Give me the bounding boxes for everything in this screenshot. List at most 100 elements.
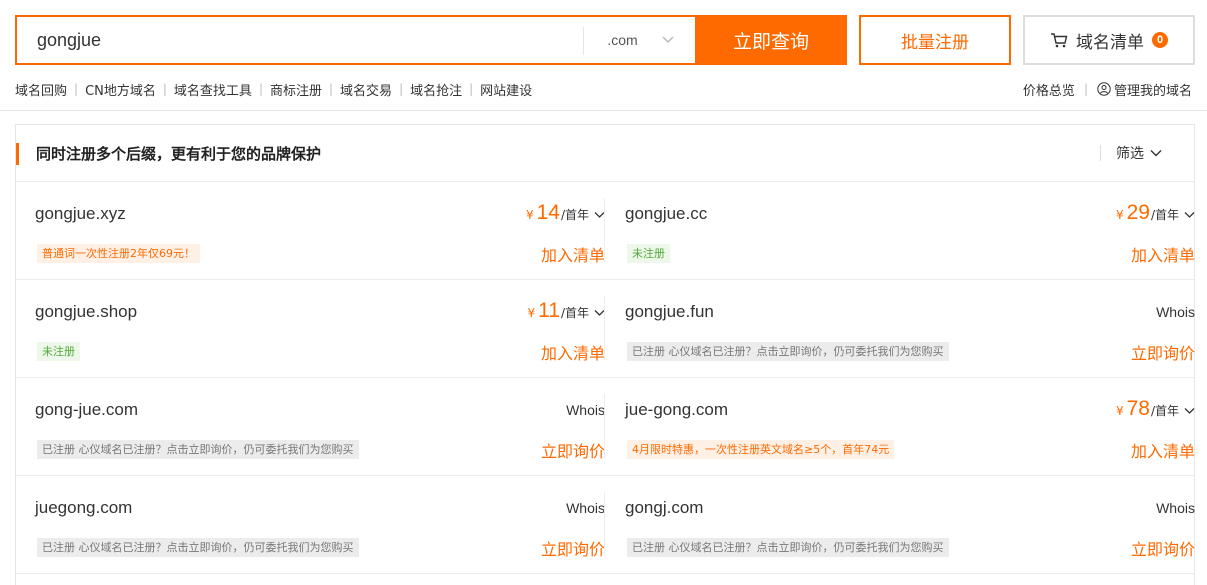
search-bar: .com 立即查询 [15, 15, 847, 65]
user-icon [1097, 82, 1111, 96]
price-dropdown[interactable]: ¥ 78 /首年 [1116, 397, 1195, 421]
domain-name: gongjue.fun [625, 302, 714, 321]
column-divider [604, 492, 605, 556]
domain-name: gongjue.shop [35, 302, 138, 321]
price-unit: /首年 [1150, 208, 1179, 222]
status-badge: 未注册 [37, 342, 80, 361]
suffix-select[interactable]: .com [584, 17, 697, 63]
price-unit: /首年 [560, 208, 589, 222]
currency: ¥ [1115, 208, 1124, 222]
divider: | [1083, 82, 1088, 96]
price-unit: /首年 [560, 306, 589, 320]
status-badge: 已注册 心仪域名已注册？点击立即询价，仍可委托我们为您购买 [37, 440, 359, 459]
domain-item: juegong.com Whois 已注册 心仪域名已注册？点击立即询价，仍可委… [35, 476, 605, 573]
domain-name: gongj.com [625, 498, 704, 517]
header-divider [0, 110, 1207, 111]
batch-register-button[interactable]: 批量注册 [859, 15, 1011, 65]
domain-item: jue-gong.com ¥ 78 /首年 4月限时特惠，一次性注册英文域名≥5… [625, 378, 1195, 475]
status-badge: 已注册 心仪域名已注册？点击立即询价，仍可委托我们为您购买 [627, 538, 949, 557]
domain-list-button[interactable]: 域名清单 0 [1023, 15, 1195, 65]
divider: | [399, 82, 404, 96]
link-domain-snapping[interactable]: 域名抢注 [410, 80, 462, 99]
table-row: gongjue.shop ¥ 11 /首年 未注册 加入清单 gongjue.f… [16, 280, 1195, 378]
domain-item: gong-jue.com Whois 已注册 心仪域名已注册？点击立即询价，仍可… [35, 378, 605, 475]
chevron-down-icon [1184, 211, 1195, 219]
add-to-list-button[interactable]: 加入清单 [1131, 242, 1195, 266]
price-dropdown[interactable]: ¥ 29 /首年 [1116, 201, 1195, 225]
status-badge: 4月限时特惠，一次性注册英文域名≥5个，首年74元 [627, 440, 895, 459]
divider: | [469, 82, 474, 96]
divider: | [258, 82, 263, 96]
link-domain-trading[interactable]: 域名交易 [340, 80, 392, 99]
inquire-button[interactable]: 立即询价 [1131, 536, 1195, 560]
currency: ¥ [525, 208, 534, 222]
chevron-down-icon [662, 33, 674, 47]
domain-item: gongjue.shop ¥ 11 /首年 未注册 加入清单 [35, 280, 605, 377]
divider: | [74, 82, 79, 96]
link-manage-my-domains[interactable]: 管理我的域名 [1114, 80, 1192, 99]
currency: ¥ [1115, 404, 1124, 418]
column-divider [604, 296, 605, 360]
price-dropdown[interactable]: ¥ 14 /首年 [526, 201, 605, 225]
link-domain-buyback[interactable]: 域名回购 [15, 80, 67, 99]
query-button[interactable]: 立即查询 [695, 15, 847, 65]
status-badge: 普通词一次性注册2年仅69元！ [37, 244, 200, 263]
cart-icon [1050, 31, 1068, 49]
account-links: 价格总览 | 管理我的域名 [1023, 80, 1192, 99]
status-badge: 未注册 [627, 244, 670, 263]
domain-name: gong-jue.com [35, 400, 139, 419]
add-to-list-button[interactable]: 加入清单 [541, 242, 605, 266]
inquire-button[interactable]: 立即询价 [541, 438, 605, 462]
domain-item: gongjue.fun Whois 已注册 心仪域名已注册？点击立即询价，仍可委… [625, 280, 1195, 377]
whois-link[interactable]: Whois [1156, 304, 1195, 320]
accent-bar [16, 143, 19, 165]
domain-list-label: 域名清单 [1076, 32, 1144, 53]
whois-link[interactable]: Whois [566, 500, 605, 516]
inquire-button[interactable]: 立即询价 [541, 536, 605, 560]
price-value: 29 [1126, 201, 1150, 224]
search-box: .com [15, 15, 697, 65]
domain-name: jue-gong.com [625, 400, 729, 419]
domain-item: gongj.com Whois 已注册 心仪域名已注册？点击立即询价，仍可委托我… [625, 476, 1195, 573]
price-value: 14 [536, 201, 560, 224]
table-row: gong-jue.com Whois 已注册 心仪域名已注册？点击立即询价，仍可… [16, 378, 1195, 476]
domain-name: gongjue.cc [625, 204, 708, 223]
inquire-button[interactable]: 立即询价 [1131, 340, 1195, 364]
quick-links: 域名回购 | CN地方域名 | 域名查找工具 | 商标注册 | 域名交易 | 域名抢注 | … [15, 80, 532, 99]
panel-title: 同时注册多个后缀，更有利于您的品牌保护 [36, 145, 322, 163]
table-row: gongjue.xyz ¥ 14 /首年 普通词一次性注册2年仅69元！ 加入清… [16, 182, 1195, 280]
link-price-overview[interactable]: 价格总览 [1023, 80, 1075, 99]
price-value: 78 [1126, 397, 1150, 420]
price-dropdown[interactable]: ¥ 11 /首年 [528, 299, 606, 323]
suggestions-panel: 同时注册多个后缀，更有利于您的品牌保护 筛选 gongjue.xyz ¥ 14 … [15, 124, 1195, 585]
filter-label: 筛选 [1116, 146, 1144, 162]
link-domain-search-tool[interactable]: 域名查找工具 [174, 80, 252, 99]
column-divider [604, 394, 605, 458]
column-divider [604, 198, 605, 262]
add-to-list-button[interactable]: 加入清单 [1131, 438, 1195, 462]
status-badge: 已注册 心仪域名已注册？点击立即询价，仍可委托我们为您购买 [37, 538, 359, 557]
domain-name: gongjue.xyz [35, 204, 126, 223]
domain-name: juegong.com [35, 498, 133, 517]
cart-count-badge: 0 [1152, 32, 1168, 48]
currency: ¥ [527, 306, 536, 320]
domain-item: gongjue.cc ¥ 29 /首年 未注册 加入清单 [625, 182, 1195, 279]
divider [1100, 145, 1101, 161]
whois-link[interactable]: Whois [566, 402, 605, 418]
chevron-down-icon [1184, 407, 1195, 415]
price-unit: /首年 [1150, 404, 1179, 418]
domain-item: gongjue.xyz ¥ 14 /首年 普通词一次性注册2年仅69元！ 加入清… [35, 182, 605, 279]
link-trademark[interactable]: 商标注册 [270, 80, 322, 99]
suffix-value: .com [607, 32, 638, 48]
link-website-building[interactable]: 网站建设 [480, 80, 532, 99]
search-input[interactable] [37, 28, 577, 52]
filter-dropdown[interactable]: 筛选 [1116, 143, 1162, 163]
whois-link[interactable]: Whois [1156, 500, 1195, 516]
add-to-list-button[interactable]: 加入清单 [541, 340, 605, 364]
table-row: juegong.com Whois 已注册 心仪域名已注册？点击立即询价，仍可委… [16, 476, 1195, 574]
price-value: 11 [538, 299, 560, 322]
status-badge: 已注册 心仪域名已注册？点击立即询价，仍可委托我们为您购买 [627, 342, 949, 361]
divider: | [162, 82, 167, 96]
link-cn-local-domain[interactable]: CN地方域名 [85, 80, 156, 99]
chevron-down-icon [1150, 149, 1162, 157]
